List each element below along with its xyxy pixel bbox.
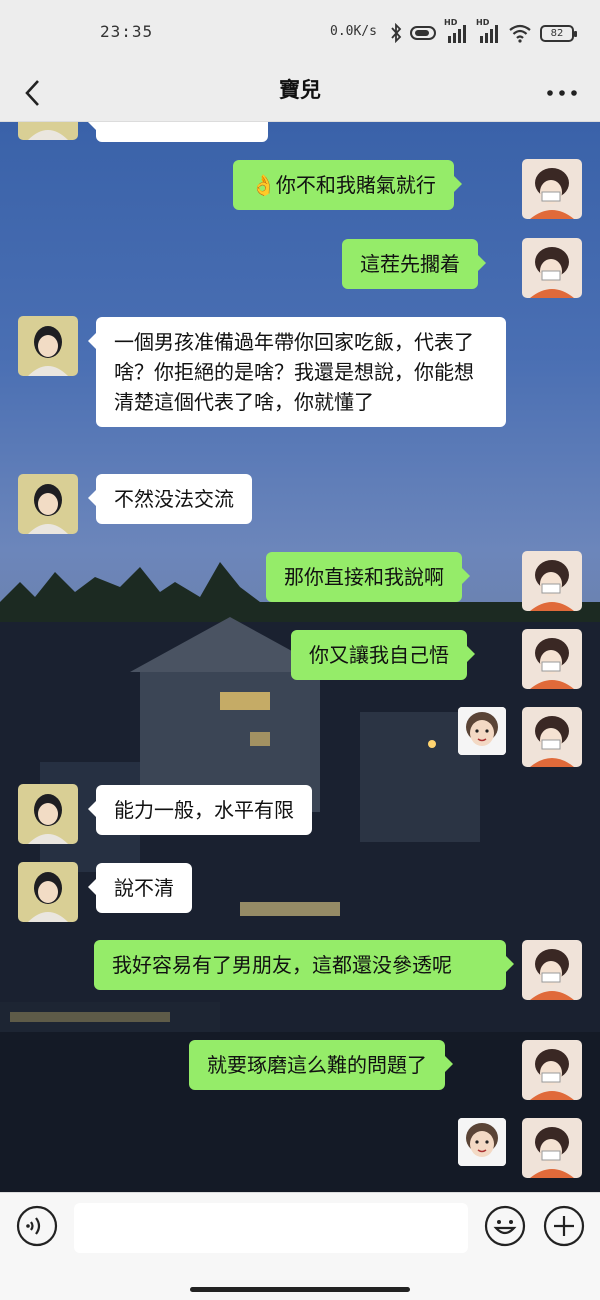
contact-avatar[interactable]	[18, 862, 78, 922]
message-bubble-partial	[88, 122, 268, 142]
home-indicator[interactable]	[190, 1287, 410, 1292]
status-icons: HD HD 82	[390, 18, 577, 46]
message-bubble-outgoing: 就要琢磨這么難的問題了	[189, 1040, 453, 1090]
message-bubble-outgoing: 你又讓我自己悟	[291, 630, 475, 680]
signal-2-icon: HD	[476, 18, 500, 44]
chat-title: 寶兒	[279, 77, 321, 102]
my-avatar[interactable]	[522, 1118, 582, 1178]
message-input[interactable]	[74, 1203, 468, 1253]
more-horizontal-icon[interactable]	[544, 80, 580, 106]
signal-1-icon: HD	[444, 18, 468, 44]
my-avatar[interactable]	[522, 629, 582, 689]
my-avatar[interactable]	[522, 707, 582, 767]
input-bar	[0, 1192, 600, 1300]
voice-icon[interactable]	[16, 1205, 58, 1247]
message-bubble-incoming: 能力一般，水平有限	[88, 785, 312, 835]
my-avatar[interactable]	[522, 1040, 582, 1100]
message-bubble-outgoing: 我好容易有了男朋友，這都還没參透呢	[94, 940, 514, 990]
contact-avatar[interactable]	[18, 122, 78, 140]
my-avatar[interactable]	[522, 159, 582, 219]
message-bubble-outgoing: 👌你不和我賭氣就行	[233, 160, 462, 210]
chat-area[interactable]: 👌你不和我賭氣就行 這茬先擱着 一個男孩准備過年帶你回家吃飯，代表了啥？你拒絕的…	[0, 122, 600, 1192]
emoji-icon[interactable]	[484, 1205, 526, 1247]
status-bar: 23:35 0.0K/s HD HD 82	[0, 0, 600, 64]
plus-icon[interactable]	[543, 1205, 585, 1247]
message-bubble-outgoing: 那你直接和我說啊	[266, 552, 470, 602]
status-time: 23:35	[100, 22, 154, 41]
message-bubble-incoming: 說不清	[88, 863, 192, 913]
call-icon	[410, 26, 436, 40]
network-speed: 0.0K/s	[330, 24, 377, 39]
my-avatar[interactable]	[522, 551, 582, 611]
message-bubble-outgoing: 這茬先擱着	[342, 239, 486, 289]
title-bar: 寶兒	[0, 64, 600, 122]
chevron-left-icon[interactable]	[14, 70, 54, 116]
my-avatar[interactable]	[522, 238, 582, 298]
message-bubble-incoming: 不然没法交流	[88, 474, 252, 524]
contact-avatar[interactable]	[18, 784, 78, 844]
message-bubble-incoming: 一個男孩准備過年帶你回家吃飯，代表了啥？你拒絕的是啥？我還是想說，你能想清楚這個…	[88, 317, 506, 427]
bluetooth-icon	[391, 23, 402, 43]
battery-icon: 82	[540, 24, 577, 42]
contact-avatar[interactable]	[18, 474, 78, 534]
sticker-message[interactable]	[458, 707, 506, 755]
wifi-icon	[509, 24, 531, 43]
my-avatar[interactable]	[522, 940, 582, 1000]
sticker-message[interactable]	[458, 1118, 506, 1166]
contact-avatar[interactable]	[18, 316, 78, 376]
